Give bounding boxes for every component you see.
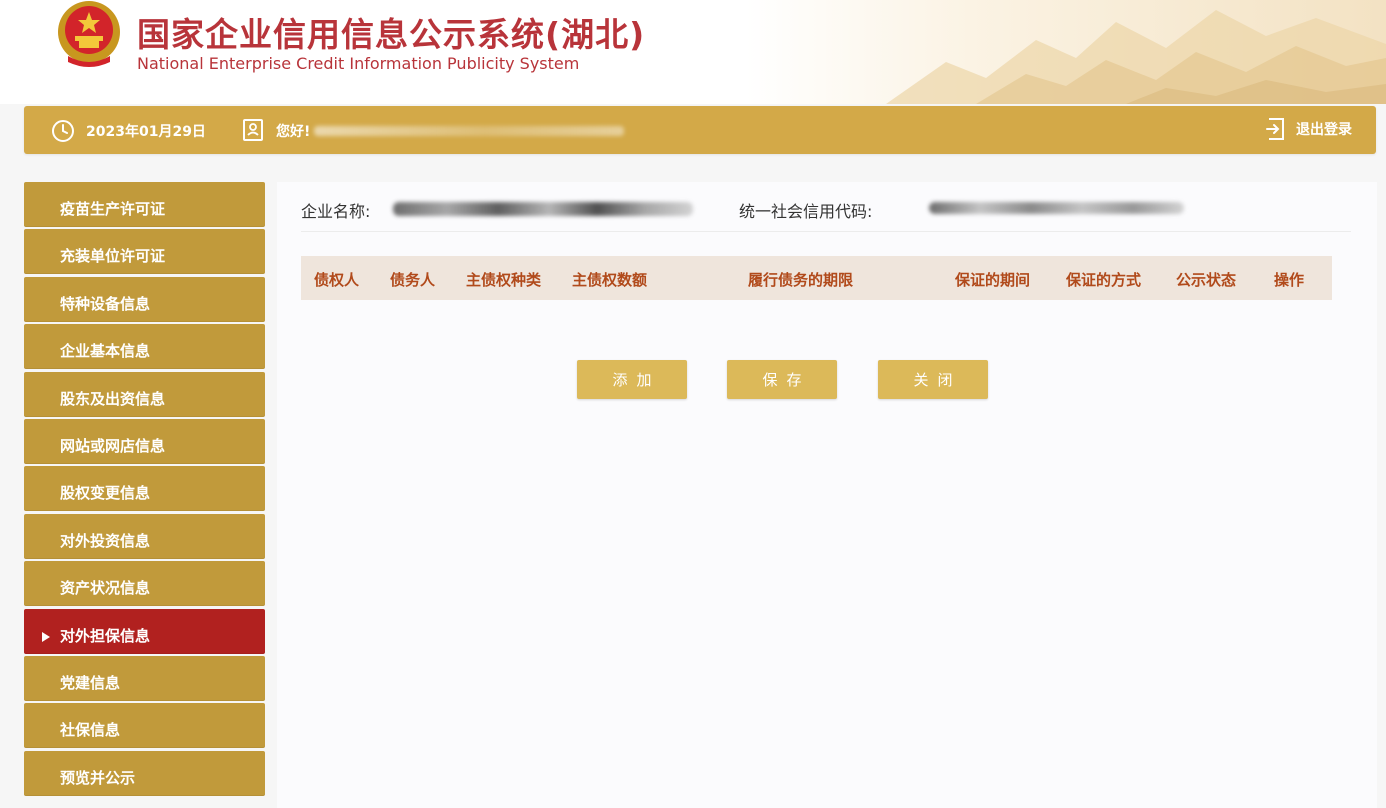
greeting-text: 您好! — [276, 124, 311, 140]
column-header: 保证的方式 — [1066, 271, 1142, 289]
sidebar-item-website[interactable]: 网站或网店信息 — [24, 418, 265, 464]
sidebar-item-preview-publish[interactable]: 预览并公示 — [24, 750, 265, 796]
guarantee-table-header: 债权人 债务人 主债权种类 主债权数额 履行债务的期限 保证的期间 保证的方式 … — [301, 256, 1332, 300]
redacted-credit-code — [929, 202, 1184, 214]
site-title: 国家企业信用信息公示系统(湖北) — [137, 15, 646, 54]
mountain-landscape-art — [746, 0, 1386, 104]
logout-icon — [1266, 118, 1284, 140]
sidebar-item-label: 对外担保信息 — [60, 626, 151, 645]
sidebar-nav: 疫苗生产许可证 充装单位许可证 特种设备信息 企业基本信息 股东及出资信息 网站… — [24, 182, 265, 798]
sidebar-item-label: 党建信息 — [60, 673, 121, 692]
logout-button[interactable]: 退出登录 — [1265, 117, 1352, 141]
sidebar-item-label: 网站或网店信息 — [60, 436, 166, 455]
redacted-username — [314, 126, 624, 136]
active-arrow-icon — [42, 631, 50, 642]
company-info-row: 企业名称: 统一社会信用代码: — [301, 196, 1351, 232]
sidebar-item-label: 资产状况信息 — [60, 579, 151, 598]
column-header: 公示状态 — [1176, 271, 1237, 289]
column-header: 债权人 — [314, 271, 360, 289]
sidebar-item-investment[interactable]: 对外投资信息 — [24, 513, 265, 559]
close-button[interactable]: 关闭 — [878, 360, 988, 399]
company-name-label: 企业名称: — [301, 202, 371, 221]
sidebar-item-label: 预览并公示 — [60, 768, 136, 787]
sidebar-item-party-building[interactable]: 党建信息 — [24, 655, 265, 701]
sidebar-item-vaccine-license[interactable]: 疫苗生产许可证 — [24, 182, 265, 227]
sidebar-item-special-equipment[interactable]: 特种设备信息 — [24, 276, 265, 322]
user-card-icon — [243, 119, 263, 141]
sidebar-item-assets[interactable]: 资产状况信息 — [24, 561, 265, 607]
page-header: 国家企业信用信息公示系统(湖北) National Enterprise Cre… — [0, 0, 1386, 104]
top-info-bar: 2023年01月29日 您好! 退出登录 — [24, 106, 1376, 154]
sidebar-item-equity-change[interactable]: 股权变更信息 — [24, 466, 265, 512]
sidebar-item-basic-info[interactable]: 企业基本信息 — [24, 324, 265, 370]
sidebar-item-label: 疫苗生产许可证 — [60, 200, 166, 218]
clock-icon — [52, 120, 74, 142]
sidebar-item-label: 股东及出资信息 — [60, 389, 166, 408]
sidebar-item-label: 股权变更信息 — [60, 484, 151, 503]
column-header: 操作 — [1274, 271, 1305, 289]
credit-code-label: 统一社会信用代码: — [739, 202, 873, 221]
national-emblem-icon — [58, 1, 120, 67]
column-header: 履行债务的期限 — [748, 271, 854, 289]
logout-label: 退出登录 — [1296, 122, 1352, 138]
column-header: 保证的期间 — [955, 271, 1031, 289]
save-button[interactable]: 保存 — [727, 360, 837, 399]
add-button[interactable]: 添加 — [577, 360, 687, 399]
sidebar-item-label: 充装单位许可证 — [60, 247, 166, 266]
sidebar-item-label: 特种设备信息 — [60, 294, 151, 313]
column-header: 债务人 — [390, 271, 436, 289]
column-header: 主债权种类 — [466, 271, 542, 289]
sidebar-item-label: 对外投资信息 — [60, 531, 151, 550]
sidebar-item-filling-license[interactable]: 充装单位许可证 — [24, 229, 265, 275]
site-subtitle: National Enterprise Credit Information P… — [137, 54, 580, 73]
sidebar-item-label: 社保信息 — [60, 721, 121, 740]
redacted-company-name — [393, 202, 693, 216]
column-header: 主债权数额 — [572, 271, 648, 289]
sidebar-item-shareholders[interactable]: 股东及出资信息 — [24, 371, 265, 417]
main-panel: 企业名称: 统一社会信用代码: 债权人 债务人 主债权种类 主债权数额 履行债务… — [277, 182, 1377, 808]
current-date: 2023年01月29日 — [86, 124, 206, 140]
sidebar-item-guarantee[interactable]: 对外担保信息 — [24, 608, 265, 654]
sidebar-item-social-security[interactable]: 社保信息 — [24, 703, 265, 749]
sidebar-item-label: 企业基本信息 — [60, 342, 151, 361]
